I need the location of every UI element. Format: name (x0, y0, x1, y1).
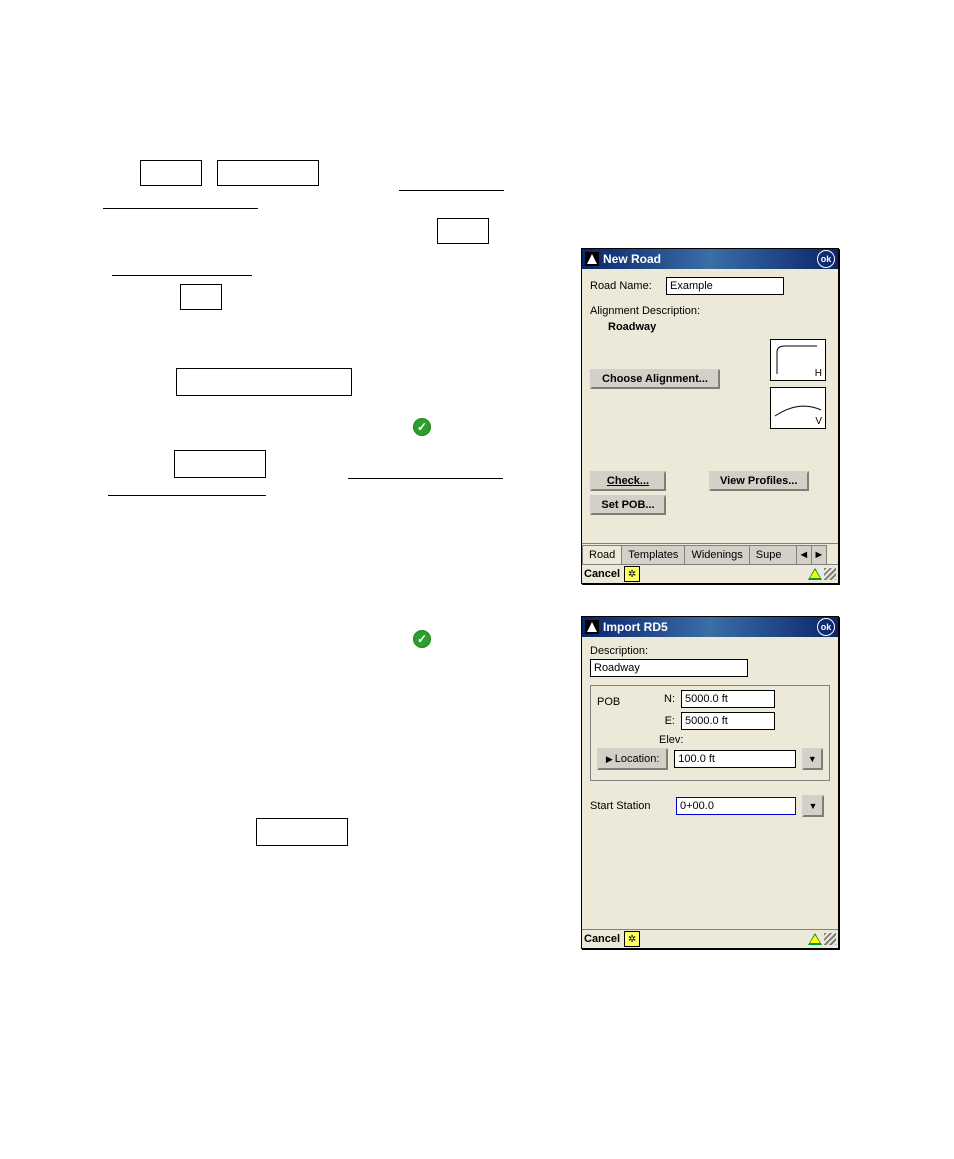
vertical-thumbnail[interactable]: V (770, 387, 826, 429)
new-road-dialog: New Road ok Road Name: Example Alignment… (581, 248, 839, 584)
e-label: E: (659, 715, 675, 727)
underline-line (348, 478, 503, 479)
tab-widenings[interactable]: Widenings (684, 545, 749, 564)
n-input[interactable]: 5000.0 ft (681, 690, 775, 708)
ok-button[interactable]: ok (817, 618, 835, 636)
cancel-button[interactable]: Cancel (584, 568, 620, 580)
elev-dropdown-arrow[interactable]: ▼ (802, 748, 823, 770)
placeholder-box (176, 368, 352, 396)
start-station-input[interactable]: 0+00.0 (676, 797, 796, 815)
placeholder-box (437, 218, 489, 244)
road-name-input[interactable]: Example (666, 277, 784, 295)
choose-alignment-button[interactable]: Choose Alignment... (590, 369, 720, 389)
check-icon: ✓ (413, 630, 431, 648)
ok-button[interactable]: ok (817, 250, 835, 268)
resize-grip (824, 568, 836, 580)
n-label: N: (659, 693, 675, 705)
placeholder-box (180, 284, 222, 310)
resize-grip (824, 933, 836, 945)
horizontal-thumbnail[interactable]: H (770, 339, 826, 381)
tab-road[interactable]: Road (582, 545, 622, 564)
start-station-label: Start Station (590, 800, 670, 812)
titlebar[interactable]: Import RD5 ok (582, 617, 838, 637)
location-button[interactable]: ▶ Location: (597, 748, 668, 770)
underline-line (103, 208, 258, 209)
underline-line (399, 190, 504, 191)
e-input[interactable]: 5000.0 ft (681, 712, 775, 730)
check-icon: ✓ (413, 418, 431, 436)
window-title: Import RD5 (603, 620, 668, 634)
view-profiles-button[interactable]: View Profiles... (709, 471, 809, 491)
tab-scroll-right[interactable]: ► (811, 545, 827, 564)
description-input[interactable]: Roadway (590, 659, 748, 677)
alignment-description-label: Alignment Description: (590, 305, 830, 317)
elev-input[interactable]: 100.0 ft (674, 750, 795, 768)
warning-icon[interactable] (808, 568, 822, 580)
sun-icon[interactable]: ✲ (624, 566, 640, 582)
set-pob-button[interactable]: Set POB... (590, 495, 666, 515)
tabs-row: Road Templates Widenings Supe ◄ ► (582, 543, 838, 564)
thumb-v-label: V (815, 416, 822, 427)
sun-icon[interactable]: ✲ (624, 931, 640, 947)
app-icon (585, 252, 599, 266)
cancel-button[interactable]: Cancel (584, 933, 620, 945)
elev-label: Elev: (659, 734, 823, 746)
placeholder-box (174, 450, 266, 478)
location-button-label: Location: (615, 753, 660, 765)
app-icon (585, 620, 599, 634)
tab-templates[interactable]: Templates (621, 545, 685, 564)
placeholder-box (217, 160, 319, 186)
tab-scroll-left[interactable]: ◄ (796, 545, 812, 564)
underline-line (108, 495, 266, 496)
thumb-h-label: H (815, 368, 822, 379)
import-rd5-dialog: Import RD5 ok Description: Roadway POB N… (581, 616, 839, 949)
placeholder-box (140, 160, 202, 186)
window-title: New Road (603, 252, 661, 266)
description-label: Description: (590, 645, 830, 657)
tab-super[interactable]: Supe (749, 545, 797, 564)
placeholder-box (256, 818, 348, 846)
titlebar[interactable]: New Road ok (582, 249, 838, 269)
warning-icon[interactable] (808, 933, 822, 945)
pob-label: POB (597, 690, 659, 746)
check-button[interactable]: Check... (590, 471, 666, 491)
underline-line (112, 275, 252, 276)
start-station-dropdown-arrow[interactable]: ▼ (802, 795, 824, 817)
road-name-label: Road Name: (590, 280, 660, 292)
alignment-description-value: Roadway (608, 321, 830, 333)
